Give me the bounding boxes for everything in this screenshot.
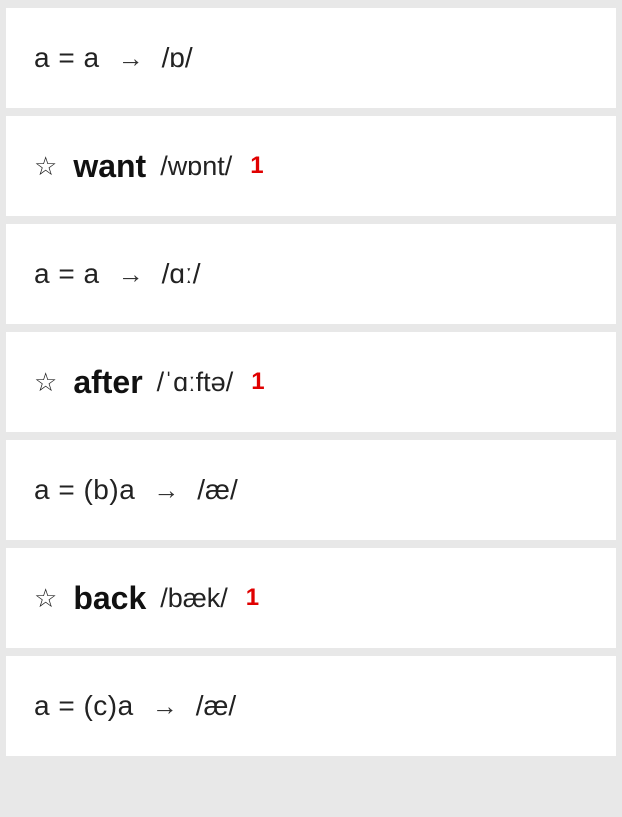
word-ipa: /ˈɑːftə/ xyxy=(157,367,234,398)
rule-card[interactable]: a = (b)a → /æ/ xyxy=(6,440,616,540)
word-text: back xyxy=(73,580,146,617)
word-ipa: /wɒnt/ xyxy=(160,151,232,182)
count-badge: 1 xyxy=(250,152,263,180)
rule-card[interactable]: a = (c)a → /æ/ xyxy=(6,656,616,756)
arrow-icon: → xyxy=(118,43,144,74)
rule-card[interactable]: a = a → /ɒ/ xyxy=(6,8,616,108)
arrow-icon: → xyxy=(118,259,144,290)
word-card[interactable]: ☆ want /wɒnt/ 1 xyxy=(6,116,616,216)
word-card[interactable]: ☆ after /ˈɑːftə/ 1 xyxy=(6,332,616,432)
rule-lhs: a = a xyxy=(34,258,100,290)
rule-phonetic: /æ/ xyxy=(197,474,237,506)
word-ipa: /bæk/ xyxy=(160,583,228,614)
rule-phonetic: /ɒ/ xyxy=(162,42,193,74)
rule-lhs: a = (b)a xyxy=(34,474,135,506)
word-text: after xyxy=(73,364,142,401)
star-icon[interactable]: ☆ xyxy=(34,585,57,611)
star-icon[interactable]: ☆ xyxy=(34,153,57,179)
word-card[interactable]: ☆ back /bæk/ 1 xyxy=(6,548,616,648)
count-badge: 1 xyxy=(251,368,264,396)
arrow-icon: → xyxy=(152,691,178,722)
rule-lhs: a = (c)a xyxy=(34,690,134,722)
rule-card[interactable]: a = a → /ɑː/ xyxy=(6,224,616,324)
rule-lhs: a = a xyxy=(34,42,100,74)
word-text: want xyxy=(73,148,146,185)
count-badge: 1 xyxy=(246,584,259,612)
rule-phonetic: /æ/ xyxy=(196,690,236,722)
arrow-icon: → xyxy=(153,475,179,506)
star-icon[interactable]: ☆ xyxy=(34,369,57,395)
rule-phonetic: /ɑː/ xyxy=(162,258,201,290)
